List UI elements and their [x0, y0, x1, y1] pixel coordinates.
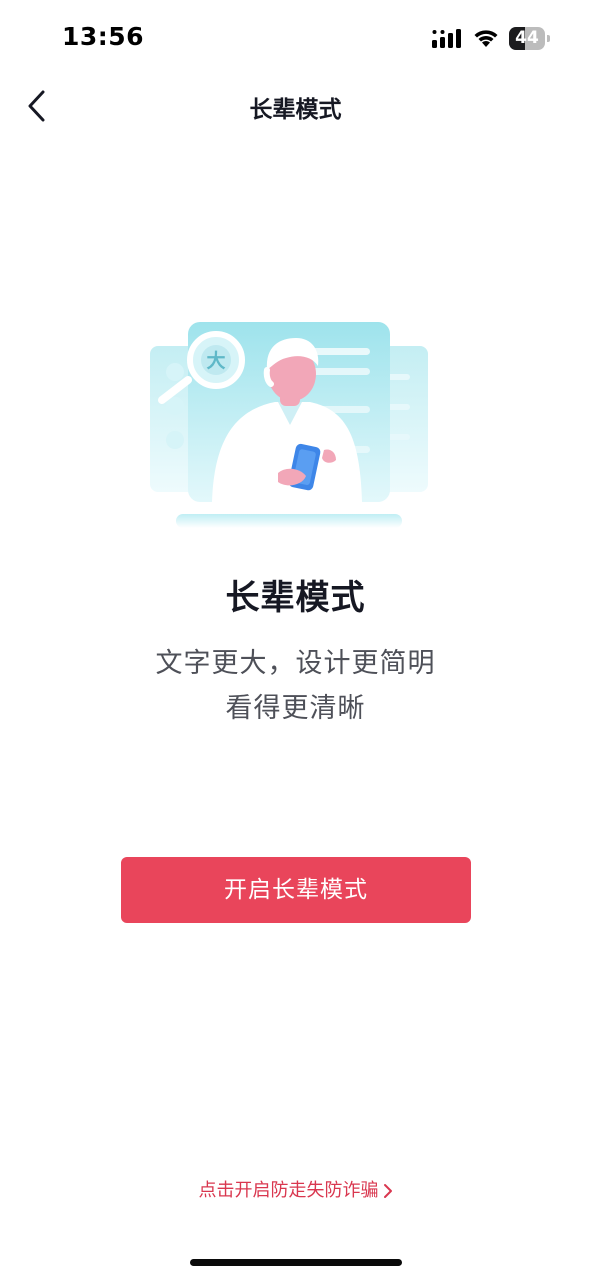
cellular-signal-icon: [432, 29, 461, 48]
anti-fraud-link[interactable]: 点击开启防走失防诈骗: [0, 1176, 591, 1202]
feature-headline: 长辈模式: [225, 578, 366, 618]
feature-description-line-2: 看得更清晰: [225, 693, 366, 724]
anti-fraud-link-label[interactable]: 点击开启防走失防诈骗: [199, 1180, 379, 1201]
wifi-icon: [474, 30, 498, 47]
home-indicator: [190, 1259, 402, 1266]
status-bar: 13:56 44: [0, 0, 591, 80]
magnifier-badge: 大: [206, 349, 225, 372]
status-time: 13:56: [62, 22, 145, 51]
page-title: 长辈模式: [249, 97, 342, 123]
elder-with-phone-illustration: 大: [150, 322, 428, 528]
chevron-right-icon: [383, 1184, 392, 1198]
enable-elder-mode-button[interactable]: 开启长辈模式: [121, 857, 471, 923]
feature-description-line-1: 文字更大，设计更简明: [155, 648, 436, 679]
battery-icon: 44: [509, 27, 550, 50]
nav-bar: 长辈模式: [0, 78, 591, 134]
battery-level: 44: [515, 28, 539, 48]
